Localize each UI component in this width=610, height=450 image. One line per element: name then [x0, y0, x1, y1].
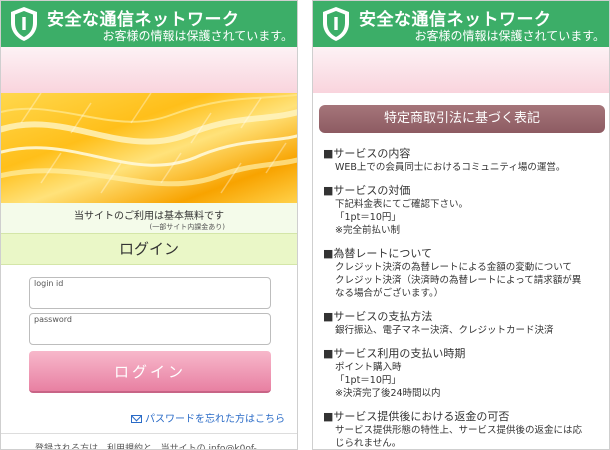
- pink-header-band: [313, 47, 609, 93]
- legal-notice-panel: 安全な通信ネットワーク お客様の情報は保護されています。 特定商取引法に基づく表…: [312, 0, 610, 450]
- forgot-password-text: パスワードを忘れた方はこちら: [145, 414, 285, 425]
- list-item: ■サービス利用の支払い時期 ポイント購入時 「1pt＝10円」 ※決済完了後24…: [323, 346, 603, 400]
- item-line: じられません。: [335, 438, 402, 449]
- item-title: ■為替レートについて: [323, 247, 433, 260]
- item-title: ■サービス提供後における返金の可否: [323, 410, 510, 423]
- secure-network-banner: 安全な通信ネットワーク お客様の情報は保護されています。: [1, 1, 297, 47]
- hero-image: [1, 93, 297, 203]
- login-heading: ログイン: [1, 233, 297, 265]
- golden-wave-graphic: [1, 93, 297, 194]
- item-line: ※完全前払い制: [335, 225, 400, 236]
- login-page-panel: 安全な通信ネットワーク お客様の情報は保護されています。 当サイトのご利用は基本…: [0, 0, 298, 450]
- item-line: WEB上での会員同士におけるコミュニティ場の運営。: [335, 162, 566, 173]
- item-line: なる場合がございます。）: [335, 288, 444, 299]
- item-title: ■サービスの支払方法: [323, 310, 433, 323]
- login-button[interactable]: ログイン: [29, 351, 271, 393]
- shield-icon: [11, 7, 37, 41]
- password-field[interactable]: password: [29, 313, 271, 345]
- password-input[interactable]: [33, 326, 265, 342]
- list-item: ■サービス提供後における返金の可否 サービス提供形態の特性上、サービス提供後の返…: [323, 409, 603, 449]
- section-title: 特定商取引法に基づく表記: [319, 105, 605, 133]
- item-line: ※決済完了後24時間以内: [335, 388, 441, 399]
- pink-header-band: [1, 47, 297, 93]
- password-label: password: [34, 315, 72, 324]
- item-line: 下記料金表にてご確認下さい。: [335, 199, 469, 210]
- forgot-password-link[interactable]: パスワードを忘れた方はこちら: [131, 410, 285, 425]
- item-line: クレジット決済（決済時の為替レートによって請求額が異: [335, 275, 582, 286]
- divider: [1, 433, 297, 434]
- free-notice: 当サイトのご利用は基本無料です (一部サイト内課金あり): [1, 203, 297, 233]
- item-title: ■サービス利用の支払い時期: [323, 347, 466, 360]
- item-line: ポイント購入時: [335, 362, 402, 373]
- item-line: クレジット決済の為替レートによる金額の変動について: [335, 262, 572, 273]
- item-line: 「1pt＝10円」: [335, 375, 401, 386]
- free-notice-note: (一部サイト内課金あり): [149, 223, 225, 231]
- item-title: ■サービスの内容: [323, 147, 411, 160]
- legal-notice-content: ■サービスの内容 WEB上での会員同士におけるコミュニティ場の運営。 ■サービス…: [323, 146, 603, 449]
- item-line: サービス提供形態の特性上、サービス提供後の返金には応: [335, 425, 583, 436]
- free-notice-text: 当サイトのご利用は基本無料です: [74, 211, 224, 222]
- banner-subtitle: お客様の情報は保護されています。: [414, 29, 605, 43]
- login-id-field[interactable]: login id: [29, 277, 271, 309]
- secure-network-banner: 安全な通信ネットワーク お客様の情報は保護されています。: [313, 1, 609, 47]
- list-item: ■サービスの対価 下記料金表にてご確認下さい。 「1pt＝10円」 ※完全前払い…: [323, 183, 603, 237]
- list-item: ■サービスの内容 WEB上での会員同士におけるコミュニティ場の運営。: [323, 146, 603, 174]
- list-item: ■為替レートについて クレジット決済の為替レートによる金額の変動について クレジ…: [323, 246, 603, 300]
- mail-icon: [131, 415, 142, 423]
- item-title: ■サービスの対価: [323, 184, 411, 197]
- login-id-input[interactable]: [33, 290, 265, 306]
- banner-subtitle: お客様の情報は保護されています。: [102, 29, 293, 43]
- list-item: ■サービスの支払方法 銀行振込、電子マネー決済、クレジットカード決済: [323, 309, 603, 337]
- login-id-label: login id: [34, 279, 64, 288]
- item-line: 銀行振込、電子マネー決済、クレジットカード決済: [335, 325, 554, 336]
- shield-icon: [323, 7, 349, 41]
- item-line: 「1pt＝10円」: [335, 212, 401, 223]
- terms-notice-text: 登録される方は、利用規約と、当サイトの info@k0of-: [35, 444, 257, 450]
